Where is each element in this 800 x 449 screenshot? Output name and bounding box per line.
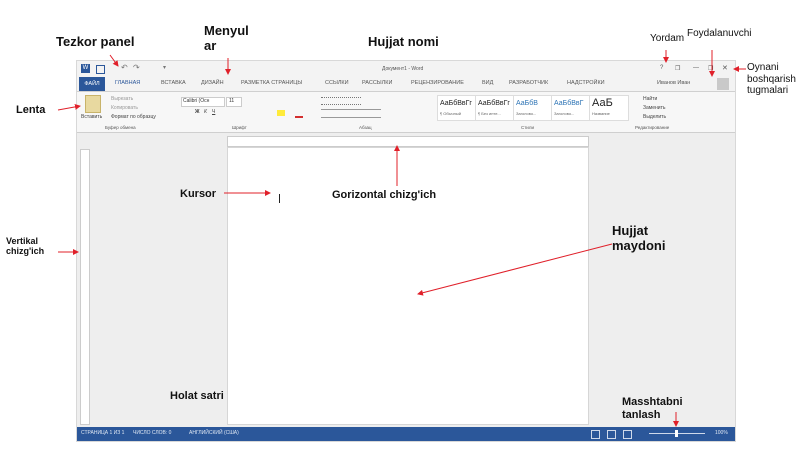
horizontal-ruler-label: Gorizontal chizg'ich [332,189,437,201]
document-name-label: Hujjat nomi [368,34,439,49]
zoom-label: Masshtabni tanlash [622,396,683,421]
help-label: Yordam [650,33,685,44]
ribbon-label: Lenta [16,104,46,116]
quick-access-label: Tezkor panel [56,34,135,49]
vertical-ruler-label: Vertikal chizg'ich [6,236,45,257]
arrow-doc-area [417,243,613,296]
menus-label: Menyul ar [204,23,249,53]
arrow-ribbon [57,103,81,111]
status-bar-label: Holat satri [170,390,224,402]
user-label: Foydalanuvchi [687,28,752,39]
window-controls-label: Oynani boshqarish tugmalari [747,62,796,96]
arrow-quick-access [109,54,119,67]
document-area-label: Hujjat maydoni [612,223,666,253]
cursor-label: Kursor [180,188,217,200]
